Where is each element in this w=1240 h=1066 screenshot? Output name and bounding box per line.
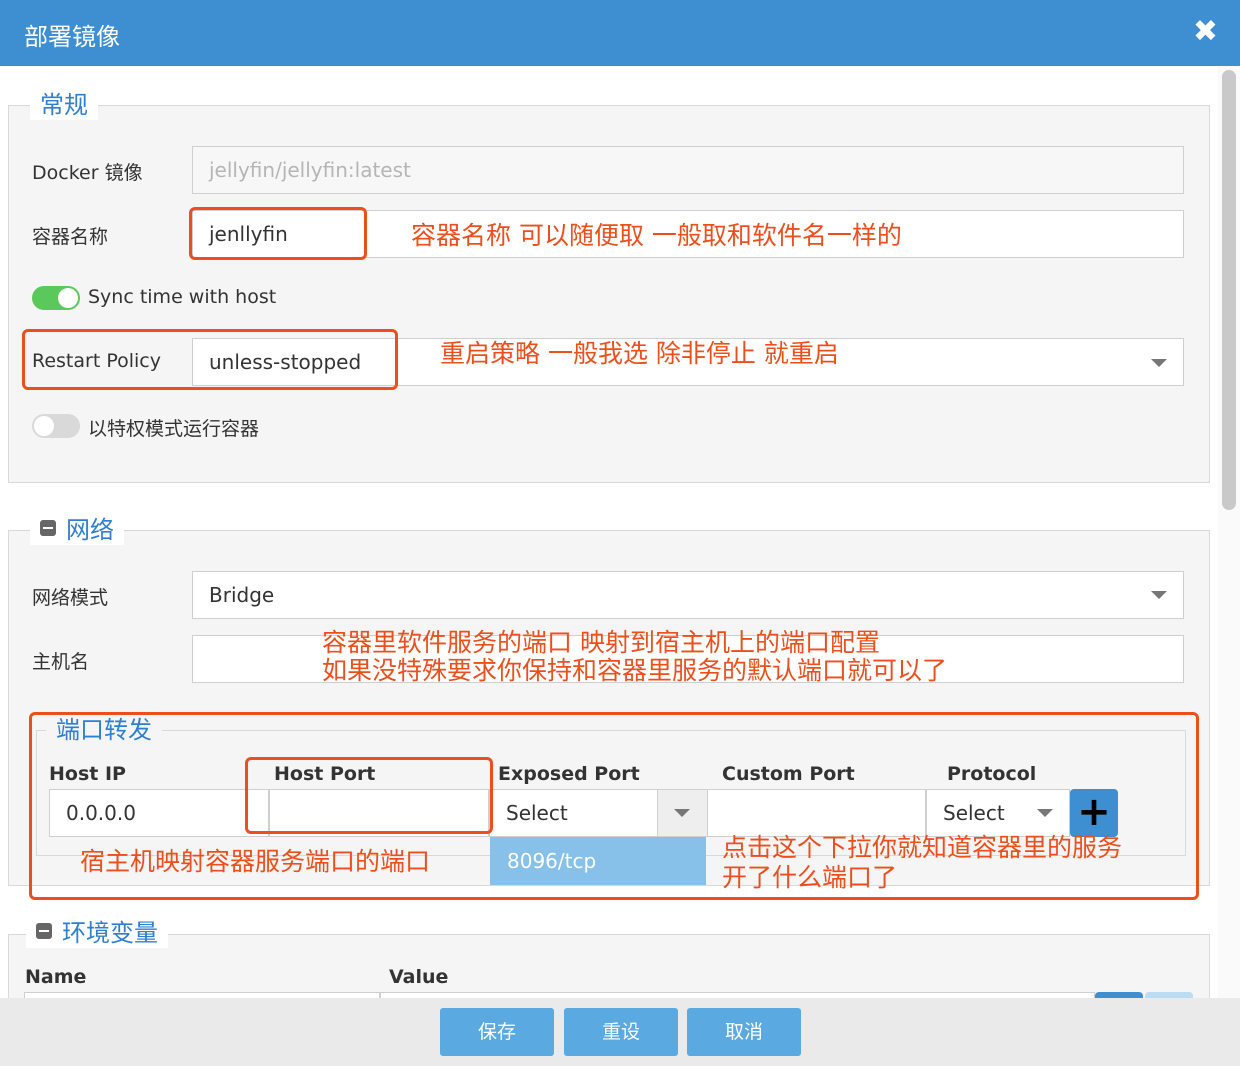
chevron-down-icon — [1151, 359, 1167, 367]
close-icon[interactable]: ✖ — [1193, 14, 1218, 50]
docker-image-label: Docker 镜像 — [32, 162, 143, 184]
network-legend[interactable]: 网络 — [30, 515, 124, 545]
general-legend: 常规 — [30, 90, 98, 120]
dialog-title: 部署镜像 — [24, 23, 120, 51]
annotation-port-line1: 容器里软件服务的端口 映射到宿主机上的端口配置 — [322, 628, 880, 657]
annotation-box-host-port — [245, 757, 493, 834]
col-env-value: Value — [389, 966, 449, 988]
privileged-toggle[interactable] — [32, 414, 80, 438]
network-mode-select[interactable]: Bridge — [192, 571, 1184, 619]
privileged-label: 以特权模式运行容器 — [88, 418, 260, 440]
annotation-box-restart-policy — [22, 329, 398, 390]
hostname-label: 主机名 — [32, 651, 90, 673]
chevron-down-icon — [1151, 591, 1167, 599]
env-legend[interactable]: 环境变量 — [26, 918, 168, 948]
collapse-icon[interactable] — [40, 520, 56, 536]
container-name-label: 容器名称 — [32, 226, 109, 248]
annotation-box-container-name — [189, 207, 367, 260]
env-legend-text: 环境变量 — [62, 919, 158, 947]
annotation-host-port: 宿主机映射容器服务端口的端口 — [80, 847, 431, 876]
cancel-button[interactable]: 取消 — [687, 1008, 801, 1056]
docker-image-field: jellyfin/jellyfin:latest — [192, 146, 1184, 194]
annotation-port-line2: 如果没特殊要求你保持和容器里服务的默认端口就可以了 — [322, 656, 948, 685]
col-env-name: Name — [25, 966, 87, 988]
annotation-exposed-line1: 点击这个下拉你就知道容器里的服务 — [722, 833, 1123, 862]
network-mode-label: 网络模式 — [32, 587, 109, 609]
toggle-knob — [58, 288, 78, 308]
network-legend-text: 网络 — [66, 516, 114, 544]
sync-time-label: Sync time with host — [88, 286, 277, 308]
reset-button[interactable]: 重设 — [564, 1008, 678, 1056]
save-button[interactable]: 保存 — [440, 1008, 554, 1056]
dialog-title-bar: 部署镜像 ✖ — [0, 0, 1240, 66]
annotation-restart-policy: 重启策略 一般我选 除非停止 就重启 — [440, 339, 839, 368]
sync-time-toggle[interactable] — [32, 286, 80, 310]
scrollbar-thumb[interactable] — [1222, 70, 1236, 510]
annotation-exposed-line2: 开了什么端口了 — [722, 863, 898, 892]
toggle-knob — [34, 416, 54, 436]
annotation-container-name: 容器名称 可以随便取 一般取和软件名一样的 — [411, 221, 902, 250]
collapse-icon[interactable] — [36, 923, 52, 939]
